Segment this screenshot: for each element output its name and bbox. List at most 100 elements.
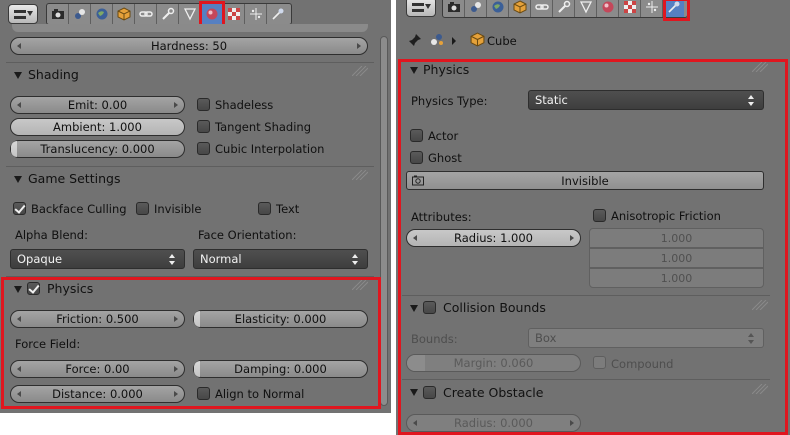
tab-texture[interactable]	[223, 4, 245, 24]
actor-label: Actor	[428, 129, 459, 143]
panel-grip-icon[interactable]	[752, 62, 768, 72]
editor-type-menu[interactable]	[8, 4, 38, 24]
emit-field[interactable]: Emit: 0.00	[10, 96, 185, 114]
separator	[6, 62, 374, 63]
tab-render[interactable]	[443, 0, 465, 17]
tab-physics[interactable]	[267, 4, 288, 24]
separator	[6, 276, 374, 277]
cubic-interpolation-checkbox[interactable]	[197, 142, 210, 155]
align-to-normal-label: Align to Normal	[215, 387, 305, 401]
tab-material[interactable]	[597, 0, 619, 17]
friction-field[interactable]: Friction: 0.500	[10, 310, 185, 328]
separator	[402, 295, 770, 296]
tab-constraints[interactable]	[135, 4, 157, 24]
panel-grip-icon[interactable]	[752, 384, 768, 394]
physics-icon	[667, 1, 679, 13]
create-obstacle-checkbox[interactable]	[423, 386, 436, 399]
material-icon	[602, 1, 613, 13]
tab-render-layers[interactable]	[69, 4, 91, 24]
panel-scrollbar[interactable]	[380, 36, 388, 406]
tab-mesh-data[interactable]	[575, 0, 597, 17]
panel-grip-icon[interactable]	[352, 170, 368, 180]
collision-bounds-checkbox[interactable]	[423, 301, 436, 314]
collision-bounds-collapse-arrow[interactable]	[410, 305, 418, 312]
invisible-checkbox[interactable]	[136, 202, 149, 215]
physics-header[interactable]: Physics	[423, 63, 469, 77]
backface-culling-label: Backface Culling	[31, 202, 127, 216]
world-icon	[492, 1, 503, 13]
radius-field[interactable]: Radius: 1.000	[406, 229, 581, 247]
backface-culling-checkbox[interactable]	[13, 202, 26, 215]
text-checkbox[interactable]	[258, 202, 271, 215]
tab-modifiers[interactable]	[553, 0, 575, 17]
tab-physics[interactable]	[663, 0, 684, 17]
create-obstacle-header[interactable]: Create Obstacle	[443, 386, 543, 400]
tangent-shading-checkbox[interactable]	[197, 120, 210, 133]
tab-object[interactable]	[113, 4, 135, 24]
compound-checkbox[interactable]	[593, 356, 606, 369]
constraints-icon	[534, 4, 549, 10]
physics-type-dropdown[interactable]: Static	[528, 90, 764, 110]
physics-enable-checkbox[interactable]	[27, 282, 40, 295]
tab-modifiers[interactable]	[157, 4, 179, 24]
breadcrumb-chevron-icon	[452, 37, 456, 45]
tab-render-layers[interactable]	[465, 0, 487, 17]
force-field[interactable]: Force: 0.00	[10, 360, 185, 378]
distance-field[interactable]: Distance: 0.000	[10, 385, 185, 403]
panel-grip-icon[interactable]	[352, 66, 368, 76]
camera-icon	[412, 175, 424, 186]
alpha-blend-dropdown[interactable]: Opaque	[10, 249, 185, 269]
elasticity-field[interactable]: Elasticity: 0.000	[193, 310, 368, 328]
physics-header[interactable]: Physics	[47, 282, 93, 296]
tab-constraints[interactable]	[531, 0, 553, 17]
game-settings-collapse-arrow[interactable]	[14, 176, 22, 183]
breadcrumb-object-name[interactable]: Cube	[487, 34, 517, 48]
physics-collapse-arrow[interactable]	[410, 67, 418, 74]
damping-field[interactable]: Damping: 0.000	[193, 360, 368, 378]
shading-header[interactable]: Shading	[28, 68, 79, 82]
translucency-field[interactable]: Translucency: 0.000	[10, 140, 185, 158]
pin-icon[interactable]	[408, 33, 422, 47]
ambient-field[interactable]: Ambient: 1.000	[10, 118, 185, 136]
panel-grip-icon[interactable]	[752, 300, 768, 310]
align-to-normal-checkbox[interactable]	[197, 387, 210, 400]
bounds-dropdown[interactable]: Box	[528, 328, 764, 348]
tab-material[interactable]	[201, 4, 223, 24]
camera-icon	[447, 2, 460, 12]
updown-arrows-icon	[169, 254, 176, 265]
shading-collapse-arrow[interactable]	[14, 72, 22, 79]
tab-world[interactable]	[91, 4, 113, 24]
tab-texture[interactable]	[619, 0, 641, 17]
editor-type-menu[interactable]	[406, 0, 436, 17]
game-settings-header[interactable]: Game Settings	[28, 172, 120, 186]
actor-checkbox[interactable]	[410, 129, 423, 142]
tab-object[interactable]	[509, 0, 531, 17]
create-obstacle-collapse-arrow[interactable]	[410, 389, 418, 396]
collision-bounds-header[interactable]: Collision Bounds	[443, 301, 546, 315]
obstacle-radius-field[interactable]: Radius: 0.000	[406, 414, 581, 432]
properties-context-tabs	[46, 3, 292, 25]
ghost-checkbox[interactable]	[410, 151, 423, 164]
particles-icon	[249, 8, 262, 20]
physics-collapse-arrow[interactable]	[14, 286, 22, 293]
panel-grip-icon[interactable]	[352, 280, 368, 290]
face-orientation-dropdown[interactable]: Normal	[193, 249, 368, 269]
properties-context-tabs	[442, 0, 688, 18]
shadeless-label: Shadeless	[215, 98, 274, 112]
compound-label: Compound	[611, 357, 674, 371]
invisible-toggle-button[interactable]: Invisible	[406, 171, 764, 190]
anisotropic-friction-checkbox[interactable]	[593, 209, 606, 222]
tab-render[interactable]	[47, 4, 69, 24]
tab-particles[interactable]	[245, 4, 267, 24]
cubic-interpolation-label: Cubic Interpolation	[215, 142, 325, 156]
object-icon	[513, 0, 526, 14]
shadeless-checkbox[interactable]	[197, 98, 210, 111]
updown-arrows-icon	[352, 254, 359, 265]
separator	[6, 166, 374, 167]
tab-particles[interactable]	[641, 0, 663, 17]
tab-world[interactable]	[487, 0, 509, 17]
anisotropic-friction-label: Anisotropic Friction	[611, 209, 721, 223]
margin-field[interactable]: Margin: 0.060	[406, 354, 581, 372]
tab-mesh-data[interactable]	[179, 4, 201, 24]
hardness-field[interactable]: Hardness: 50	[10, 37, 368, 55]
